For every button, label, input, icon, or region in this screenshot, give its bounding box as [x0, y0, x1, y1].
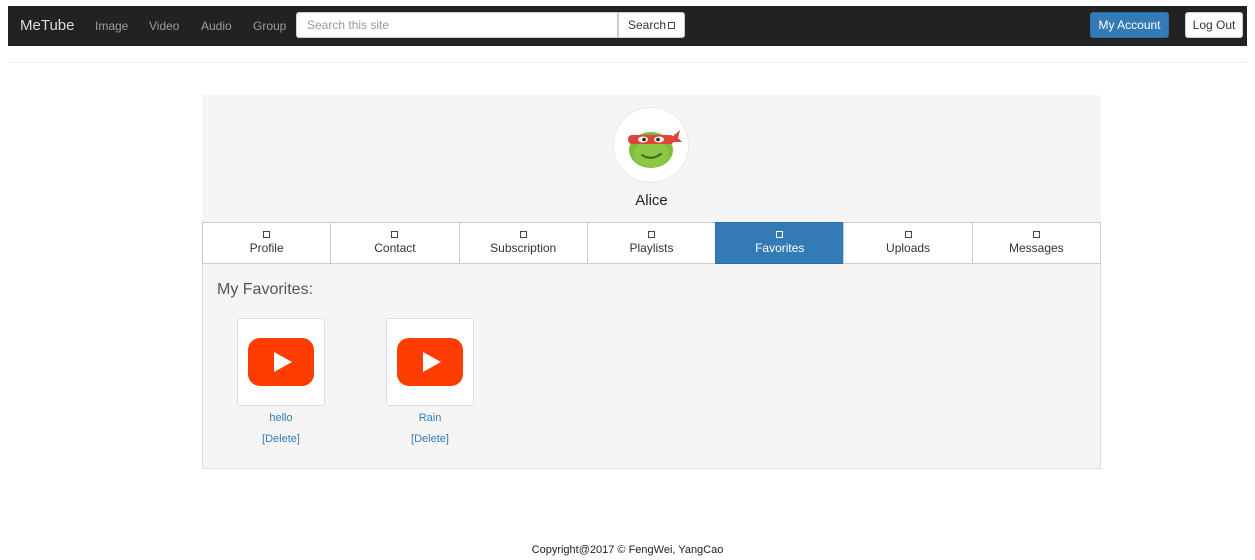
favorites-title: My Favorites: [217, 281, 314, 298]
brand-link[interactable]: MeTube [20, 17, 74, 34]
log-out-button[interactable]: Log Out [1185, 12, 1243, 38]
contact-icon [391, 231, 399, 238]
search-button-label: Search [627, 18, 667, 32]
favorite-title-link[interactable]: Rain [386, 412, 474, 424]
footer-copyright: Copyright@2017 © FengWei, YangCao [531, 544, 724, 556]
uploads-icon [904, 231, 912, 238]
messages-icon [1032, 231, 1040, 238]
delete-link[interactable]: [Delete] [386, 433, 474, 445]
nav-link-audio[interactable]: Audio [201, 19, 232, 33]
profile-icon [263, 231, 271, 238]
video-thumbnail[interactable] [237, 318, 325, 406]
delete-link[interactable]: [Delete] [237, 433, 325, 445]
favorite-title-link[interactable]: hello [237, 412, 325, 424]
tab-label: Favorites [755, 241, 805, 255]
search-button[interactable]: Search [618, 12, 685, 38]
header-divider [8, 62, 1247, 63]
play-icon [397, 338, 463, 386]
tab-contact[interactable]: Contact [330, 222, 460, 264]
avatar [613, 107, 689, 183]
my-account-button[interactable]: My Account [1090, 12, 1169, 38]
search-input[interactable] [296, 12, 618, 38]
tab-label: Profile [249, 241, 284, 255]
nav-link-image[interactable]: Image [95, 19, 128, 33]
video-thumbnail[interactable] [386, 318, 474, 406]
profile-username: Alice [635, 192, 668, 209]
tab-favorites[interactable]: Favorites [715, 222, 845, 264]
profile-tabs: Profile Contact Subscription Playlists F… [202, 222, 1101, 264]
profile-header: Alice [202, 95, 1101, 222]
tab-playlists[interactable]: Playlists [586, 222, 717, 264]
favorites-panel: My Favorites: hello [Delete] Rain [Delet… [202, 264, 1101, 469]
playlists-icon [647, 231, 655, 238]
tab-label: Subscription [490, 241, 557, 255]
tab-label: Uploads [886, 241, 931, 255]
list-item: Rain [Delete] [386, 318, 474, 445]
subscription-icon [519, 231, 527, 238]
tab-label: Playlists [629, 241, 674, 255]
tab-label: Contact [374, 241, 416, 255]
tab-messages[interactable]: Messages [971, 222, 1101, 264]
list-item: hello [Delete] [237, 318, 325, 445]
turtle-avatar-icon [628, 130, 682, 168]
search-icon [668, 21, 676, 29]
top-navbar: MeTube Image Video Audio Group Search My… [8, 6, 1247, 46]
tab-profile[interactable]: Profile [202, 222, 332, 264]
play-icon [248, 338, 314, 386]
tab-uploads[interactable]: Uploads [843, 222, 973, 264]
favorites-icon [776, 231, 784, 238]
nav-link-video[interactable]: Video [149, 19, 179, 33]
tab-label: Messages [1008, 241, 1064, 255]
nav-link-group[interactable]: Group [253, 19, 286, 33]
tab-subscription[interactable]: Subscription [458, 222, 588, 264]
